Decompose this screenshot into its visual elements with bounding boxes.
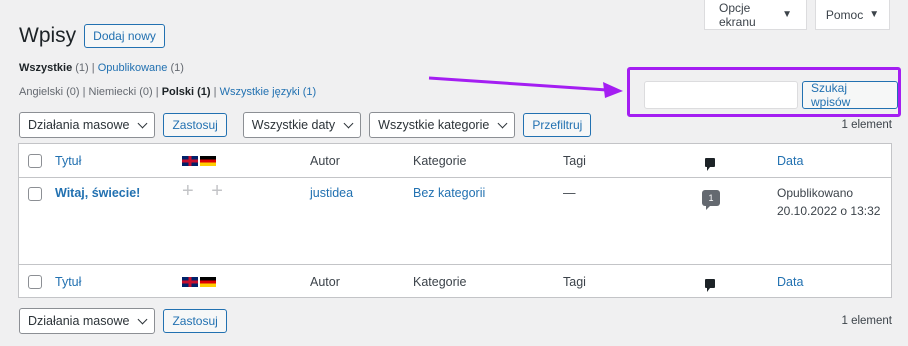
help-button[interactable]: Pomoc ▼ — [815, 0, 890, 30]
comment-icon[interactable] — [705, 158, 715, 171]
arrow-annotation — [428, 76, 623, 98]
bulk-actions-select-bottom[interactable]: Działania masowe — [19, 308, 156, 334]
add-translation-icon[interactable]: + + — [182, 180, 229, 203]
lang-de-link[interactable]: Niemiecki (0) — [89, 86, 153, 98]
posts-table: Tytuł Autor Kategorie Tagi Data Witaj, ś… — [18, 143, 892, 298]
items-count-bottom: 1 element — [841, 315, 892, 327]
flag-de-icon — [200, 155, 216, 166]
column-date-footer[interactable]: Data — [777, 275, 803, 289]
add-new-button[interactable]: Dodaj nowy — [84, 24, 165, 48]
column-author-header: Autor — [310, 154, 340, 168]
column-author-footer: Autor — [310, 275, 340, 289]
chevron-down-icon — [137, 118, 148, 128]
language-columns — [182, 153, 216, 167]
post-title-link[interactable]: Witaj, świecie! — [55, 186, 140, 200]
language-filter: Angielski (0) | Niemiecki (0) | Polski (… — [19, 86, 317, 98]
bulk-actions-label: Działania masowe — [28, 118, 130, 132]
dates-select[interactable]: Wszystkie daty — [242, 112, 362, 138]
screen-options-label: Opcje ekranu — [719, 0, 756, 29]
caret-down-icon: ▼ — [869, 9, 880, 20]
language-columns-footer — [182, 274, 216, 288]
filter-button[interactable]: Przefiltruj — [523, 113, 592, 137]
bulk-actions-label: Działania masowe — [28, 314, 130, 328]
separator: | — [91, 62, 95, 74]
view-published-count: (1) — [170, 62, 184, 74]
flag-uk-icon — [182, 276, 198, 287]
column-tags-header: Tagi — [563, 154, 586, 168]
screen-options-button[interactable]: Opcje ekranu ▼ — [704, 0, 807, 30]
dates-label: Wszystkie daty — [251, 118, 336, 132]
search-input[interactable] — [644, 81, 798, 109]
view-published-link[interactable]: Opublikowane — [98, 62, 168, 74]
post-author-link[interactable]: justidea — [310, 186, 353, 200]
lang-all-link[interactable]: Wszystkie języki (1) — [220, 86, 317, 98]
column-categories-footer: Kategorie — [413, 275, 467, 289]
comment-icon[interactable] — [705, 279, 715, 292]
search-box-highlight: Szukaj wpisów — [627, 67, 901, 117]
tablenav-top: Działania masowe Zastosuj Wszystkie daty… — [19, 111, 592, 139]
chevron-down-icon — [497, 118, 508, 128]
select-all-checkbox[interactable] — [28, 154, 42, 168]
comment-count-bubble[interactable]: 1 — [702, 190, 720, 210]
lang-en-link[interactable]: Angielski (0) — [19, 86, 80, 98]
column-title-footer[interactable]: Tytuł — [55, 275, 81, 289]
page-title: Wpisy — [19, 24, 77, 47]
column-tags-footer: Tagi — [563, 275, 586, 289]
lang-pl-link[interactable]: Polski (1) — [162, 86, 211, 98]
categories-label: Wszystkie kategorie — [378, 118, 490, 132]
apply-button[interactable]: Zastosuj — [163, 113, 227, 137]
post-status: Opublikowano — [777, 186, 854, 200]
post-date: 20.10.2022 o 13:32 — [777, 204, 881, 218]
chevron-down-icon — [137, 314, 148, 324]
table-footer-row: Tytuł Autor Kategorie Tagi Data — [19, 264, 891, 298]
column-date-header[interactable]: Data — [777, 154, 803, 168]
column-title-header[interactable]: Tytuł — [55, 154, 81, 168]
flag-uk-icon — [182, 155, 198, 166]
categories-select[interactable]: Wszystkie kategorie — [369, 112, 516, 138]
row-checkbox[interactable] — [28, 187, 42, 201]
search-posts-button[interactable]: Szukaj wpisów — [802, 81, 898, 109]
view-all-count: (1) — [75, 62, 89, 74]
bulk-actions-select[interactable]: Działania masowe — [19, 112, 156, 138]
post-status-filter: Wszystkie (1) | Opublikowane (1) — [19, 62, 184, 74]
column-categories-header: Kategorie — [413, 154, 467, 168]
screen-meta-links: Opcje ekranu ▼ Pomoc ▼ — [704, 0, 890, 30]
post-tags: — — [563, 186, 576, 200]
page-heading: Wpisy Dodaj nowy — [19, 24, 165, 48]
tablenav-bottom: Działania masowe Zastosuj — [19, 307, 227, 335]
caret-down-icon: ▼ — [782, 9, 792, 20]
apply-button-bottom[interactable]: Zastosuj — [163, 309, 227, 333]
items-count-top: 1 element — [841, 119, 892, 131]
post-category-link[interactable]: Bez kategorii — [413, 186, 485, 200]
help-label: Pomoc — [825, 7, 864, 22]
view-all-link[interactable]: Wszystkie — [19, 62, 72, 74]
select-all-checkbox-footer[interactable] — [28, 275, 42, 289]
table-row: Witaj, świecie! + + justidea Bez kategor… — [19, 178, 891, 264]
table-header-row: Tytuł Autor Kategorie Tagi Data — [19, 144, 891, 178]
flag-de-icon — [200, 276, 216, 287]
chevron-down-icon — [343, 118, 354, 128]
